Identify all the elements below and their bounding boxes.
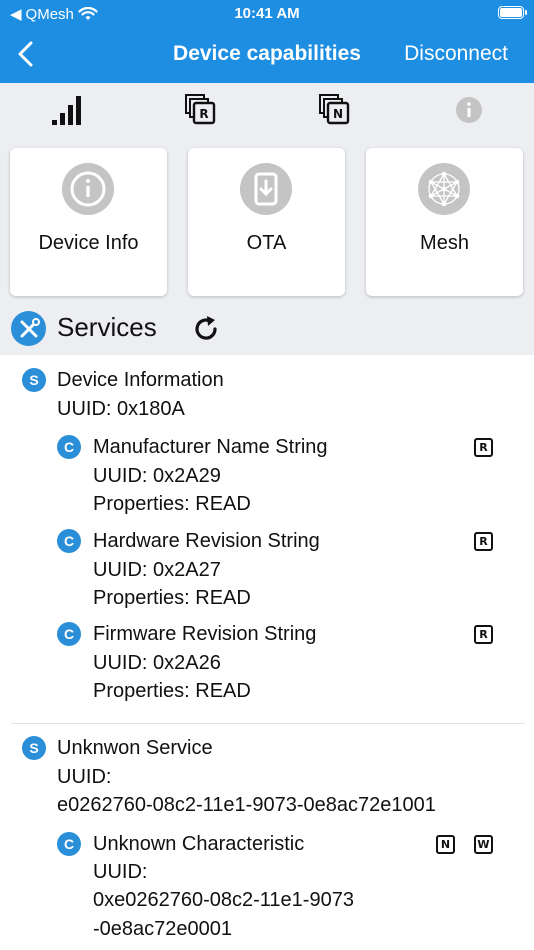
device-toolbar: R N Device Info OTA Mesh Services: [0, 83, 534, 355]
characteristic-uuid: UUID: 0x2A27: [93, 559, 221, 581]
write-property-icon[interactable]: W: [474, 835, 493, 854]
device-info-card[interactable]: Device Info: [10, 148, 167, 296]
signal-strength-icon[interactable]: [50, 93, 84, 127]
mesh-label: Mesh: [420, 232, 469, 254]
service-name[interactable]: Device Information: [57, 366, 224, 394]
device-info-label: Device Info: [38, 232, 139, 254]
read-property-icon[interactable]: R: [474, 438, 493, 457]
service-uuid-label: UUID:: [57, 766, 112, 788]
tools-icon: [11, 311, 46, 346]
characteristic-properties: Properties: READ: [93, 680, 251, 702]
service-badge: S: [22, 736, 46, 760]
navigation-bar: Device capabilities Disconnect: [0, 28, 534, 83]
service-divider: [11, 723, 525, 724]
service-uuid-value: e0262760-08c2-11e1-9073-0e8ac72e1001: [57, 794, 436, 816]
status-bar: ◀ QMesh 10:41 AM: [0, 0, 534, 28]
notify-filter-icon[interactable]: N: [318, 93, 352, 127]
refresh-icon[interactable]: [190, 313, 222, 345]
services-header: Services: [0, 308, 534, 348]
mesh-card[interactable]: Mesh: [366, 148, 523, 296]
info-icon: [62, 163, 114, 215]
battery-tip: [525, 10, 527, 15]
notify-property-icon[interactable]: N: [436, 835, 455, 854]
services-title: Services: [57, 312, 157, 342]
characteristic-uuid: UUID: 0x2A29: [93, 465, 221, 487]
characteristic-name[interactable]: Hardware Revision String: [93, 527, 320, 555]
characteristic-uuid: UUID: 0x2A26: [93, 652, 221, 674]
characteristic-name[interactable]: Manufacturer Name String: [93, 433, 328, 461]
characteristic-badge: C: [57, 435, 81, 459]
disconnect-button[interactable]: Disconnect: [404, 42, 508, 66]
characteristic-badge: C: [57, 622, 81, 646]
characteristic-uuid-line2: -0e8ac72e0001: [93, 918, 233, 940]
service-badge: S: [22, 368, 46, 392]
read-property-icon[interactable]: R: [474, 532, 493, 551]
info-icon[interactable]: [452, 93, 486, 127]
mesh-network-icon: [418, 163, 470, 215]
characteristic-badge: C: [57, 832, 81, 856]
characteristic-properties: Properties: READ: [93, 493, 251, 515]
characteristic-name[interactable]: Firmware Revision String: [93, 620, 316, 648]
status-time: 10:41 AM: [234, 5, 300, 22]
characteristic-properties: Properties: READ: [93, 587, 251, 609]
read-filter-letter: R: [199, 107, 208, 121]
battery-icon: [498, 6, 524, 19]
characteristic-uuid-line1: 0xe0262760-08c2-11e1-9073: [93, 889, 354, 911]
characteristic-badge: C: [57, 529, 81, 553]
service-uuid: UUID: 0x180A: [57, 398, 185, 420]
ota-label: OTA: [246, 232, 287, 254]
ota-card[interactable]: OTA: [188, 148, 345, 296]
characteristic-uuid-label: UUID:: [93, 861, 148, 883]
read-property-icon[interactable]: R: [474, 625, 493, 644]
service-name[interactable]: Unknwon Service: [57, 734, 213, 762]
back-chevron-icon[interactable]: [10, 38, 42, 70]
characteristic-name[interactable]: Unknown Characteristic: [93, 830, 304, 858]
ota-update-icon: [240, 163, 292, 215]
notify-filter-letter: N: [333, 107, 343, 121]
read-filter-icon[interactable]: R: [184, 93, 218, 127]
